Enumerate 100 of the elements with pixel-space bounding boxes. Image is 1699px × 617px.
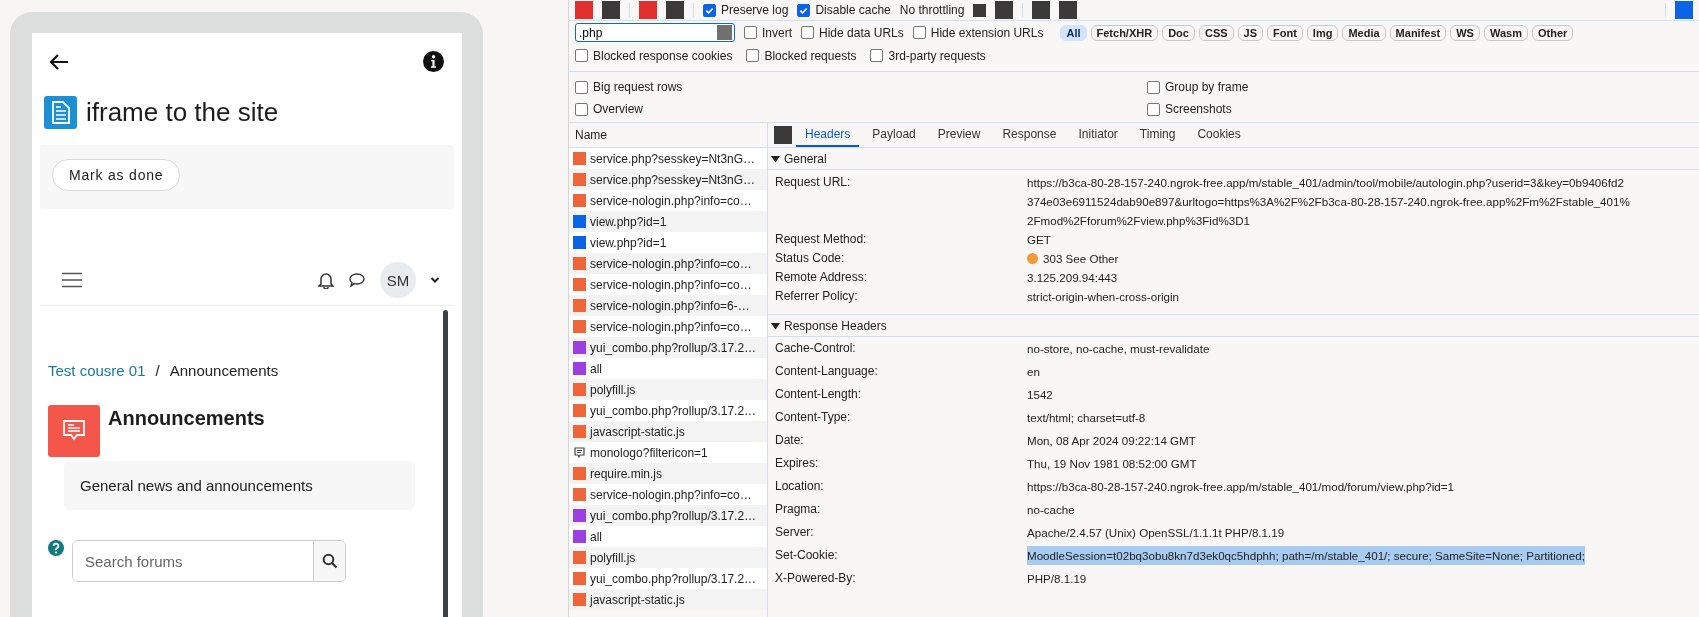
request-row[interactable]: view.php?id=1 bbox=[569, 211, 767, 232]
breadcrumb-separator: / bbox=[155, 362, 160, 379]
checkbox[interactable] bbox=[912, 26, 926, 39]
checkbox-label: Disable cache bbox=[815, 3, 891, 17]
request-row[interactable]: all bbox=[569, 358, 767, 379]
checkbox[interactable] bbox=[703, 3, 716, 17]
back-arrow-icon[interactable] bbox=[49, 52, 69, 71]
request-row[interactable]: polyfill.js bbox=[569, 379, 767, 400]
checkbox[interactable] bbox=[575, 102, 588, 116]
checkbox[interactable] bbox=[801, 26, 814, 39]
type-filter-chip[interactable]: Manifest bbox=[1389, 24, 1447, 41]
header-value: https://b3ca-80-28-157-240.ngrok-free.app/m/stable_401/admin/tool/mobile/autologin.php?userid=3&key=0b9406fd2 bbox=[1027, 175, 1624, 191]
type-filter-chip[interactable]: CSS bbox=[1198, 24, 1234, 41]
type-filter-chip[interactable]: Other bbox=[1531, 24, 1574, 41]
checkbox[interactable] bbox=[1147, 80, 1160, 94]
request-row[interactable]: yui_combo.php?rollup/3.17.2… bbox=[569, 400, 767, 421]
header-value: 1542 bbox=[1027, 387, 1053, 403]
square-icon[interactable] bbox=[1059, 1, 1078, 19]
header-name: Server: bbox=[774, 524, 815, 541]
page-title: iframe to the site bbox=[86, 97, 279, 128]
header-value: MoodleSession=t02bq3obu8kn7d3ek0qc5hdphh; path=/m/stable_401/; secure; SameSite=None; Partitioned; bbox=[1027, 546, 1585, 565]
header-value: 2Fmod%2Fforum%2Fview.php%3Fid%3D1 bbox=[1027, 213, 1250, 229]
request-row[interactable]: require.min.js bbox=[569, 463, 767, 484]
caret-icon[interactable] bbox=[771, 154, 780, 163]
help-icon[interactable] bbox=[48, 540, 64, 556]
scrollbar[interactable] bbox=[443, 310, 448, 617]
request-row[interactable]: polyfill.js bbox=[569, 547, 767, 568]
request-row[interactable]: view.php?id=1 bbox=[569, 232, 767, 253]
detail-tab[interactable]: Preview bbox=[928, 123, 990, 147]
caret-icon[interactable] bbox=[771, 321, 780, 330]
request-row[interactable]: javascript-static.js bbox=[569, 589, 767, 610]
request-row[interactable]: yui_combo.php?rollup/3.17.2… bbox=[569, 337, 767, 358]
section-header[interactable]: Response Headers bbox=[768, 315, 1699, 337]
header-name: Referrer Policy: bbox=[774, 288, 859, 305]
bell-icon[interactable] bbox=[318, 271, 334, 289]
forum-description: General news and announcements bbox=[64, 461, 415, 510]
request-row[interactable]: service.php?sesskey=Nt3nG… bbox=[569, 148, 767, 169]
request-row[interactable]: service-nologin.php?info=6-… bbox=[569, 295, 767, 316]
type-filter-chip[interactable]: Wasm bbox=[1483, 24, 1528, 41]
square-icon[interactable] bbox=[995, 1, 1014, 19]
type-filter-chip[interactable]: Font bbox=[1267, 24, 1303, 41]
header-name: Request Method: bbox=[774, 231, 868, 248]
search-field[interactable]: Search forums bbox=[72, 540, 346, 582]
request-row[interactable]: yui_combo.php?rollup/3.17.2… bbox=[569, 505, 767, 526]
square-icon[interactable] bbox=[1032, 1, 1051, 19]
filter-field[interactable]: .php bbox=[575, 23, 735, 42]
detail-tab[interactable]: Cookies bbox=[1188, 123, 1250, 147]
request-row[interactable]: javascript-static.js bbox=[569, 421, 767, 442]
detail-tab[interactable]: Payload bbox=[863, 123, 925, 147]
throttling-dropdown[interactable]: No throttling bbox=[899, 3, 965, 17]
header-name: X-Powered-By: bbox=[774, 570, 857, 587]
request-row[interactable]: service-nologin.php?info=co… bbox=[569, 253, 767, 274]
type-filter-chip[interactable]: All bbox=[1060, 24, 1087, 41]
file-type-icon bbox=[573, 152, 586, 165]
square-icon[interactable] bbox=[973, 3, 987, 17]
detail-tab[interactable]: Timing bbox=[1130, 123, 1185, 147]
request-row[interactable]: monologo?filtericon=1 bbox=[569, 442, 767, 463]
request-row[interactable]: service.php?sesskey=Nt3nG… bbox=[569, 169, 767, 190]
request-row[interactable]: service-nologin.php?info=co… bbox=[569, 316, 767, 337]
type-filter-chip[interactable]: Doc bbox=[1162, 24, 1195, 41]
detail-tab[interactable]: Response bbox=[993, 123, 1066, 147]
chat-bubble-icon[interactable] bbox=[348, 272, 366, 288]
request-row[interactable]: yui_combo.php?rollup/3.17.2… bbox=[569, 568, 767, 589]
type-filter-chip[interactable]: WS bbox=[1450, 24, 1480, 41]
column-header[interactable]: Name bbox=[575, 128, 607, 142]
checkbox-label: Overview bbox=[593, 102, 643, 116]
file-type-icon bbox=[573, 320, 586, 333]
detail-tab[interactable]: Headers bbox=[796, 123, 860, 147]
file-type-icon bbox=[573, 236, 586, 249]
user-avatar[interactable]: SM bbox=[380, 262, 416, 298]
file-type-icon bbox=[573, 572, 586, 585]
request-row[interactable]: all bbox=[569, 526, 767, 547]
type-filter-chip[interactable]: Media bbox=[1342, 24, 1386, 41]
mark-as-done-button[interactable]: Mark as done bbox=[52, 159, 181, 191]
checkbox[interactable] bbox=[744, 26, 757, 39]
search-icon bbox=[321, 553, 338, 569]
info-icon[interactable] bbox=[423, 51, 444, 72]
header-value: no-store, no-cache, must-revalidate bbox=[1027, 341, 1210, 357]
section-header[interactable]: General bbox=[768, 148, 1699, 170]
breadcrumb-link[interactable]: Test cousre 01 bbox=[48, 362, 146, 379]
menu-icon[interactable] bbox=[62, 272, 82, 288]
type-filter-chip[interactable]: Fetch/XHR bbox=[1090, 24, 1159, 41]
type-filter-chip[interactable]: JS bbox=[1237, 24, 1264, 41]
request-row[interactable]: service-nologin.php?info=co… bbox=[569, 484, 767, 505]
checkbox[interactable] bbox=[1147, 102, 1160, 116]
checkbox[interactable] bbox=[870, 49, 884, 62]
header-value: no-cache bbox=[1027, 502, 1075, 518]
file-type-icon bbox=[573, 404, 586, 417]
request-row[interactable]: service-nologin.php?info=co… bbox=[569, 274, 767, 295]
file-type-icon bbox=[573, 299, 586, 312]
checkbox[interactable] bbox=[746, 49, 760, 62]
detail-tab[interactable]: Initiator bbox=[1069, 123, 1127, 147]
search-button[interactable] bbox=[313, 541, 345, 581]
request-row[interactable]: service-nologin.php?info=co… bbox=[569, 190, 767, 211]
type-filter-chip[interactable]: Img bbox=[1306, 24, 1339, 41]
checkbox[interactable] bbox=[575, 80, 588, 94]
checkbox[interactable] bbox=[797, 3, 811, 17]
caret-icon[interactable] bbox=[430, 276, 440, 284]
file-type-icon bbox=[573, 530, 586, 543]
checkbox[interactable] bbox=[575, 49, 588, 62]
